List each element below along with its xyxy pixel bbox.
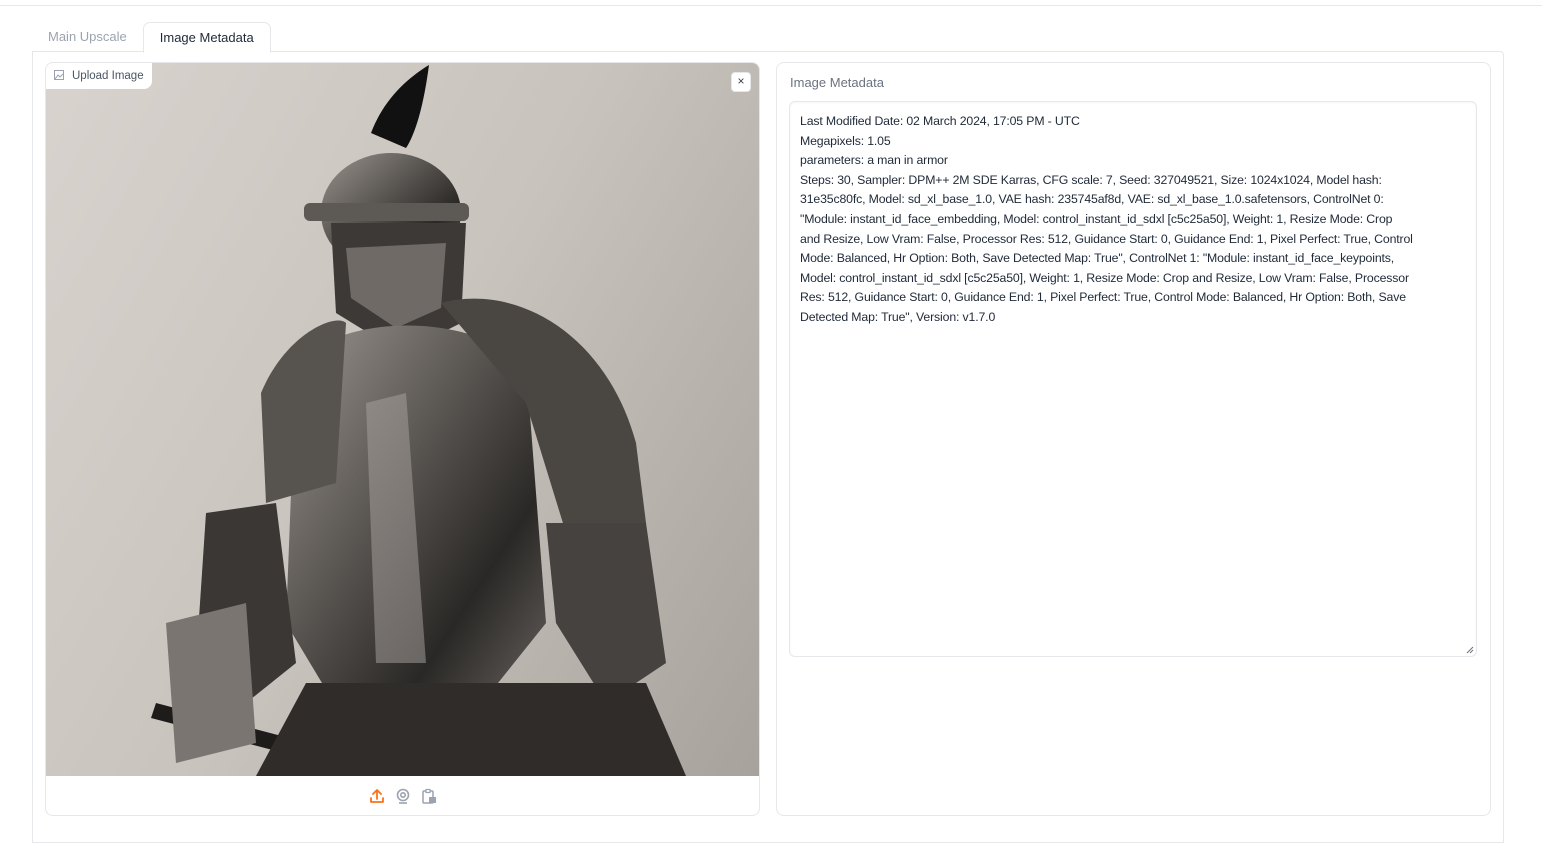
metadata-line: 31e35c80fc, Model: sd_xl_base_1.0, VAE h… xyxy=(800,192,1384,207)
image-icon xyxy=(54,69,64,83)
resize-handle-icon[interactable] xyxy=(1466,646,1474,654)
top-divider xyxy=(0,5,1542,6)
image-metadata-block: Image Metadata Last Modified Date: 02 Ma… xyxy=(776,62,1491,816)
metadata-line: and Resize, Low Vram: False, Processor R… xyxy=(800,231,1413,246)
image-upload-block[interactable]: Upload Image × xyxy=(45,62,760,816)
metadata-line: Last Modified Date: 02 March 2024, 17:05… xyxy=(800,114,1080,128)
tab-image-metadata[interactable]: Image Metadata xyxy=(142,22,271,53)
metadata-line: Detected Map: True", Version: v1.7.0 xyxy=(800,309,996,324)
metadata-line: "Module: instant_id_face_embedding, Mode… xyxy=(800,211,1393,226)
knight-armor-image xyxy=(151,65,686,776)
tab-bar: Main Upscale Image Metadata xyxy=(32,22,271,53)
image-source-toolbar xyxy=(46,776,759,815)
upload-image-text: Upload Image xyxy=(72,70,144,82)
metadata-line: Steps: 30, Sampler: DPM++ 2M SDE Karras,… xyxy=(800,172,1382,187)
metadata-label: Image Metadata xyxy=(790,75,884,90)
tab-main-upscale[interactable]: Main Upscale xyxy=(32,22,143,51)
upload-icon[interactable] xyxy=(369,788,385,804)
metadata-textarea[interactable]: Last Modified Date: 02 March 2024, 17:05… xyxy=(789,101,1477,657)
upload-image-label: Upload Image xyxy=(46,63,152,89)
uploaded-image xyxy=(46,63,759,776)
metadata-line: parameters: a man in armor xyxy=(800,153,948,168)
metadata-line: Res: 512, Guidance Start: 0, Guidance En… xyxy=(800,290,1406,305)
metadata-line: Megapixels: 1.05 xyxy=(800,133,891,148)
metadata-line: Mode: Balanced, Hr Option: Both, Save De… xyxy=(800,251,1395,266)
clear-image-button[interactable]: × xyxy=(731,72,751,92)
metadata-line: Model: control_instant_id_sdxl [c5c25a50… xyxy=(800,270,1409,285)
clipboard-icon[interactable] xyxy=(421,788,437,804)
webcam-icon[interactable] xyxy=(395,788,411,804)
